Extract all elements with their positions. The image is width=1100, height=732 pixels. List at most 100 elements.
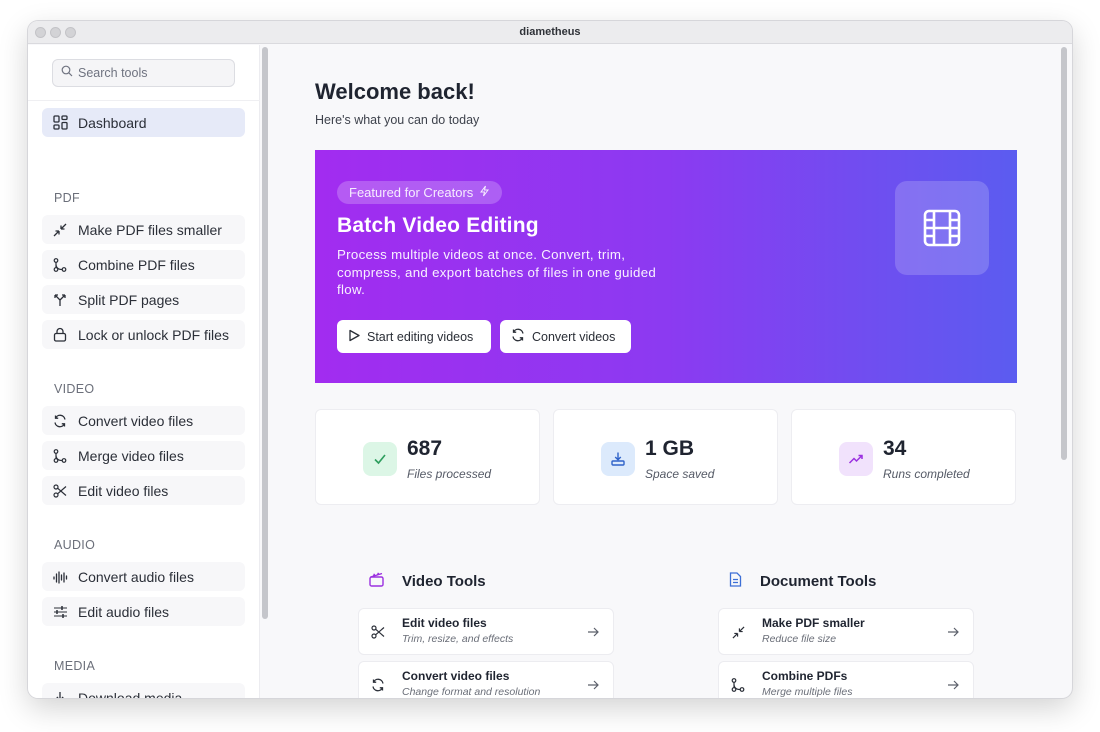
section-label-video: VIDEO [54,382,95,396]
featured-chip-label: Featured for Creators [349,185,474,200]
video-tools-heading: Video Tools [369,572,486,591]
sidebar: Dashboard PDF Make PDF files smaller Com… [28,45,260,698]
sparkle-icon [479,185,490,200]
film-icon [895,181,989,275]
tool-card-combine-pdfs[interactable]: Combine PDFs Merge multiple files [718,661,974,698]
sidebar-item-split-pdf[interactable]: Split PDF pages [42,285,245,314]
tool-card-edit-video[interactable]: Edit video files Trim, resize, and effec… [358,608,614,655]
tool-description: Merge multiple files [762,686,853,698]
trend-up-icon [839,442,873,476]
sidebar-item-edit-audio[interactable]: Edit audio files [42,597,245,626]
sidebar-scrollbar[interactable] [262,47,268,619]
sidebar-item-label: Download media [78,689,183,699]
app-window: diametheus Dashboard PDF Make PDF files … [28,21,1072,698]
page-subtitle: Here's what you can do today [315,113,480,127]
search-area [28,45,260,101]
sidebar-item-label: Edit video files [78,482,169,499]
stat-card-files-processed: 687 Files processed [315,409,540,505]
compress-icon [52,222,68,238]
section-label-pdf: PDF [54,191,80,205]
tool-title: Combine PDFs [762,669,848,683]
sidebar-item-label: Combine PDF files [78,256,195,273]
tool-card-make-pdf-smaller[interactable]: Make PDF smaller Reduce file size [718,608,974,655]
sidebar-item-label: Split PDF pages [78,291,180,308]
title-bar: diametheus [28,21,1072,44]
sidebar-item-convert-audio[interactable]: Convert audio files [42,562,245,591]
sidebar-item-lock-pdf[interactable]: Lock or unlock PDF files [42,320,245,349]
convert-videos-label: Convert videos [532,329,616,344]
section-label-audio: AUDIO [54,538,96,552]
tool-title: Edit video files [402,616,487,630]
sidebar-item-merge-video[interactable]: Merge video files [42,441,245,470]
tool-card-convert-video[interactable]: Convert video files Change format and re… [358,661,614,698]
start-editing-videos-button[interactable]: Start editing videos [337,320,491,353]
refresh-icon [370,677,386,693]
play-icon [348,329,360,345]
tool-title: Make PDF smaller [762,616,865,630]
tool-title: Convert video files [402,669,510,683]
sidebar-item-convert-video[interactable]: Convert video files [42,406,245,435]
scissors-icon [370,624,386,640]
sidebar-item-dashboard[interactable]: Dashboard [42,108,245,137]
tool-description: Trim, resize, and effects [402,633,514,645]
lock-icon [52,327,68,343]
merge-icon [52,448,68,464]
scissors-icon [52,483,68,499]
page-title: Welcome back! [315,79,475,104]
check-icon [363,442,397,476]
split-icon [52,292,68,308]
merge-icon [52,257,68,273]
sliders-icon [52,604,68,620]
document-tools-title: Document Tools [760,573,877,590]
compress-icon [730,624,746,640]
merge-icon [730,677,746,693]
search-icon [61,64,73,82]
banner-description: Process multiple videos at once. Convert… [337,247,657,297]
sidebar-item-edit-video[interactable]: Edit video files [42,476,245,505]
stat-value: 687 [407,437,443,460]
tool-description: Change format and resolution [402,686,541,698]
download-tray-icon [601,442,635,476]
sidebar-item-label: Dashboard [78,114,147,131]
featured-banner: Featured for Creators Batch Video Editin… [315,150,1017,383]
audio-wave-icon [52,569,68,585]
stat-label: Runs completed [883,467,970,481]
refresh-icon [52,413,68,429]
refresh-icon [511,328,525,345]
search-box[interactable] [52,59,235,87]
stat-label: Files processed [407,467,492,481]
featured-chip: Featured for Creators [337,181,503,204]
section-label-media: MEDIA [54,659,96,673]
arrow-right-icon [946,625,960,639]
banner-title: Batch Video Editing [337,214,539,237]
sidebar-item-label: Merge video files [78,447,184,464]
search-input[interactable] [78,66,228,80]
window-title: diametheus [519,26,581,38]
arrow-right-icon [586,625,600,639]
sidebar-item-label: Convert video files [78,412,194,429]
stat-value: 1 GB [645,437,695,460]
arrow-right-icon [946,678,960,692]
sidebar-item-label: Convert audio files [78,568,194,585]
convert-videos-button[interactable]: Convert videos [500,320,631,353]
sidebar-item-label: Make PDF files smaller [78,221,222,238]
tool-description: Reduce file size [762,633,837,645]
stat-label: Space saved [645,467,715,481]
clapperboard-icon [369,572,384,591]
stat-value: 34 [883,437,907,460]
stat-card-space-saved: 1 GB Space saved [553,409,778,505]
main-scrollbar[interactable] [1061,47,1067,460]
sidebar-item-combine-pdf[interactable]: Combine PDF files [42,250,245,279]
stat-card-runs-completed: 34 Runs completed [791,409,1016,505]
start-editing-videos-label: Start editing videos [367,329,474,344]
sidebar-item-label: Edit audio files [78,603,170,620]
sidebar-item-label: Lock or unlock PDF files [78,326,229,343]
arrow-right-icon [586,678,600,692]
document-tools-heading: Document Tools [729,572,876,591]
sidebar-item-make-pdf-smaller[interactable]: Make PDF files smaller [42,215,245,244]
document-icon [729,572,742,591]
dashboard-icon [52,115,68,131]
video-tools-title: Video Tools [402,573,486,590]
sidebar-item-download-media[interactable]: Download media [42,683,245,698]
main-content: Welcome back! Here's what you can do tod… [274,45,1070,698]
